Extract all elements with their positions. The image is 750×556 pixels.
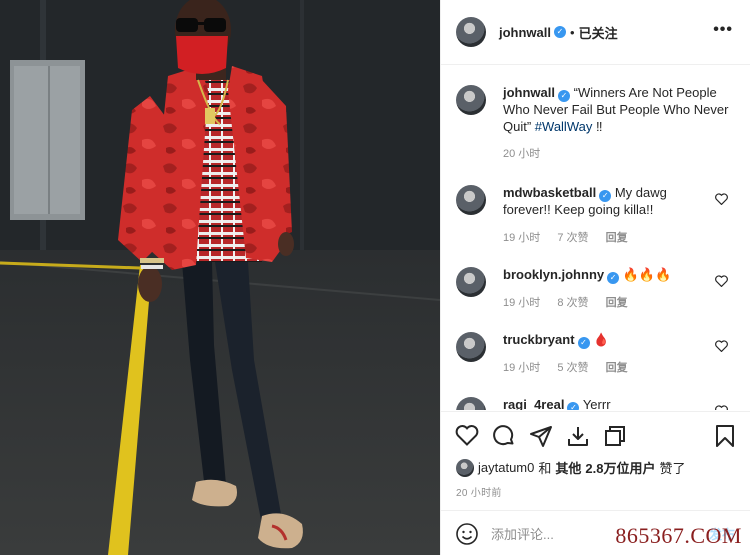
comment-like-heart-icon[interactable] bbox=[715, 340, 728, 352]
comment-like-heart-icon[interactable] bbox=[715, 275, 728, 287]
post-timestamp: 20 小时前 bbox=[456, 488, 502, 499]
comment-item: brooklyn.johnny ✓ 🔥🔥🔥 19 小时 8 次赞 回复 bbox=[456, 267, 746, 310]
comment-time: 19 小时 bbox=[503, 231, 541, 244]
comment-likes[interactable]: 8 次赞 bbox=[557, 297, 588, 309]
commenter-avatar[interactable] bbox=[456, 332, 486, 362]
commenter-avatar[interactable] bbox=[456, 185, 486, 215]
comment-item: ragi_4real ✓ Yerrr bbox=[456, 397, 746, 410]
repost-icon[interactable] bbox=[603, 424, 627, 448]
share-icon[interactable] bbox=[529, 424, 553, 448]
comment-time: 19 小时 bbox=[503, 362, 541, 374]
commenter-username[interactable]: truckbryant bbox=[503, 332, 575, 347]
verified-icon: ✓ bbox=[577, 337, 590, 349]
instagram-post: johnwall ✓ • 已关注 ••• johnwall ✓ “Winners … bbox=[0, 0, 750, 555]
caption-hashtag[interactable]: #WallWay bbox=[535, 119, 593, 134]
caption-suffix: ‼ bbox=[595, 118, 603, 134]
comment-icon[interactable] bbox=[492, 424, 516, 448]
commenter-username[interactable]: mdwbasketball bbox=[503, 185, 596, 200]
comment-text: 🩸 bbox=[593, 332, 610, 347]
comment-item: mdwbasketball ✓ My dawg forever!! Keep go… bbox=[456, 185, 746, 245]
follow-status-button[interactable]: 已关注 bbox=[579, 23, 618, 42]
others-label[interactable]: 其他 bbox=[555, 458, 581, 477]
liked-by: jaytatum0 和 其他 2.8万 位用户 赞了 bbox=[456, 458, 686, 477]
heart-icon[interactable] bbox=[455, 424, 479, 446]
comment-like-heart-icon[interactable] bbox=[715, 193, 728, 205]
comment-text: 🔥🔥🔥 bbox=[622, 267, 672, 282]
smile-icon[interactable] bbox=[455, 522, 479, 546]
caption-time: 20 小时 bbox=[503, 148, 541, 160]
likes-count[interactable]: 2.8万 bbox=[585, 458, 616, 477]
reply-button[interactable]: 回复 bbox=[606, 362, 628, 374]
post-header: johnwall ✓ • 已关注 ••• bbox=[441, 0, 750, 65]
caption-avatar[interactable] bbox=[456, 85, 486, 115]
post-actions: jaytatum0 和 其他 2.8万 位用户 赞了 20 小时前 bbox=[441, 411, 750, 499]
download-icon[interactable] bbox=[566, 424, 590, 448]
users-label[interactable]: 位用户 bbox=[616, 458, 655, 477]
separator-dot: • bbox=[570, 24, 575, 40]
author-avatar[interactable] bbox=[456, 17, 486, 47]
verified-icon: ✓ bbox=[554, 26, 566, 38]
verified-icon: ✓ bbox=[607, 272, 620, 284]
author-username[interactable]: johnwall bbox=[499, 25, 551, 40]
reply-button[interactable]: 回复 bbox=[606, 297, 628, 309]
comment-like-heart-icon[interactable] bbox=[715, 405, 728, 410]
caption-username[interactable]: johnwall bbox=[503, 85, 555, 100]
comment-likes[interactable]: 7 次赞 bbox=[557, 232, 588, 244]
comment-input[interactable]: 添加评论... bbox=[491, 524, 554, 543]
comments-list[interactable]: johnwall ✓ “Winners Are Not People Who Ne… bbox=[441, 65, 750, 410]
comment-likes[interactable]: 5 次赞 bbox=[557, 362, 588, 374]
commenter-avatar[interactable] bbox=[456, 267, 486, 297]
commenter-avatar[interactable] bbox=[456, 397, 486, 410]
liker-username[interactable]: jaytatum0 bbox=[478, 460, 534, 475]
commenter-username[interactable]: brooklyn.johnny bbox=[503, 267, 604, 282]
comment-time: 19 小时 bbox=[503, 297, 541, 309]
comment-item: truckbryant ✓ 🩸 19 小时 5 次赞 回复 bbox=[456, 332, 746, 375]
verified-icon: ✓ bbox=[599, 190, 612, 202]
post-details-panel: johnwall ✓ • 已关注 ••• johnwall ✓ “Winners … bbox=[440, 0, 750, 555]
commenter-username[interactable]: ragi_4real bbox=[503, 397, 564, 410]
site-watermark: 865367.COM bbox=[615, 523, 742, 548]
reply-button[interactable]: 回复 bbox=[606, 232, 628, 244]
more-options-icon[interactable]: ••• bbox=[713, 21, 733, 39]
liker-avatar[interactable] bbox=[456, 458, 474, 477]
verified-icon: ✓ bbox=[567, 402, 580, 410]
comment-text: Yerrr bbox=[582, 397, 611, 410]
bookmark-icon[interactable] bbox=[715, 424, 735, 448]
liked-text: 赞了 bbox=[659, 461, 686, 476]
post-photo[interactable] bbox=[0, 0, 440, 555]
post-caption: johnwall ✓ “Winners Are Not People Who Ne… bbox=[456, 85, 746, 161]
verified-icon: ✓ bbox=[558, 90, 570, 102]
liked-connector: 和 bbox=[538, 461, 552, 476]
